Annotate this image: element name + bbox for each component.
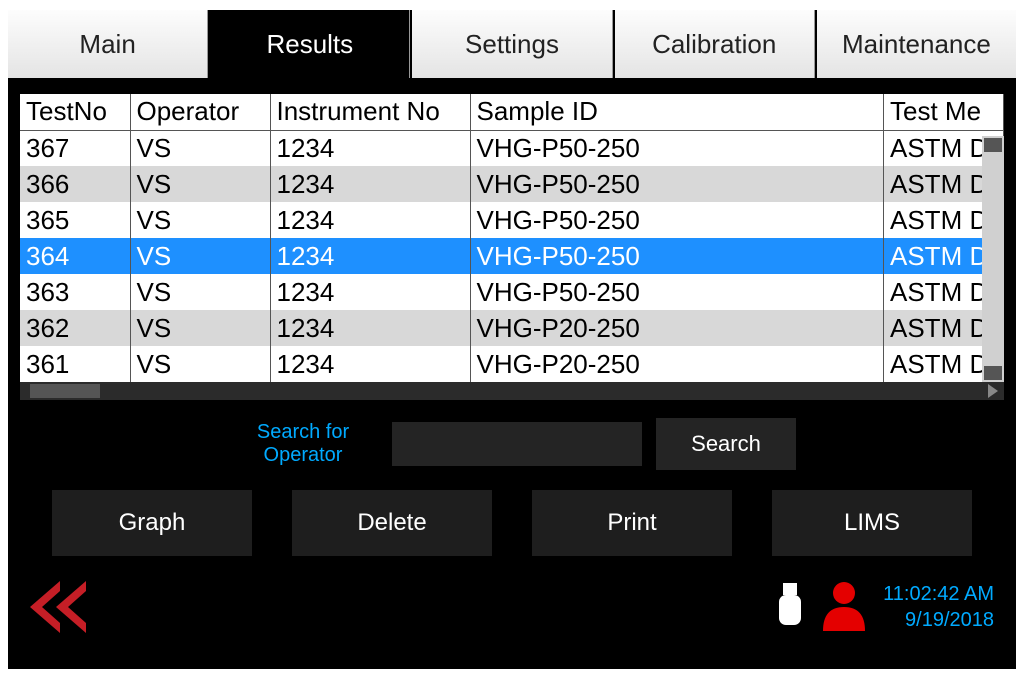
- cell-instrument: 1234: [270, 166, 470, 202]
- cell-sample: VHG-P50-250: [470, 274, 884, 310]
- cell-instrument: 1234: [270, 274, 470, 310]
- cell-operator: VS: [130, 238, 270, 274]
- cell-sample: VHG-P50-250: [470, 166, 884, 202]
- user-icon[interactable]: [819, 579, 869, 636]
- col-method[interactable]: Test Me: [884, 94, 1004, 130]
- cell-operator: VS: [130, 346, 270, 382]
- cell-testno: 365: [20, 202, 130, 238]
- search-button[interactable]: Search: [656, 418, 796, 470]
- horizontal-scrollbar[interactable]: [20, 382, 1004, 400]
- cell-testno: 366: [20, 166, 130, 202]
- col-testno[interactable]: TestNo: [20, 94, 130, 130]
- search-input[interactable]: [392, 422, 642, 466]
- results-table: TestNo Operator Instrument No Sample ID …: [20, 94, 1004, 382]
- tab-results[interactable]: Results: [210, 10, 410, 78]
- cell-instrument: 1234: [270, 202, 470, 238]
- cell-instrument: 1234: [270, 310, 470, 346]
- tab-main[interactable]: Main: [8, 10, 208, 78]
- tab-settings[interactable]: Settings: [412, 10, 612, 78]
- cell-operator: VS: [130, 130, 270, 166]
- usb-icon: [775, 581, 805, 634]
- footer-time: 11:02:42 AM: [883, 581, 994, 607]
- cell-sample: VHG-P20-250: [470, 310, 884, 346]
- table-header-row: TestNo Operator Instrument No Sample ID …: [20, 94, 1004, 130]
- tab-maintenance[interactable]: Maintenance: [817, 10, 1016, 78]
- cell-testno: 363: [20, 274, 130, 310]
- col-operator[interactable]: Operator: [130, 94, 270, 130]
- table-row[interactable]: 362VS1234VHG-P20-250ASTM D: [20, 310, 1004, 346]
- cell-operator: VS: [130, 202, 270, 238]
- cell-operator: VS: [130, 166, 270, 202]
- table-row[interactable]: 365VS1234VHG-P50-250ASTM D: [20, 202, 1004, 238]
- nav-tabs: Main Results Settings Calibration Mainte…: [8, 10, 1016, 78]
- table-row[interactable]: 361VS1234VHG-P20-250ASTM D: [20, 346, 1004, 382]
- table-row[interactable]: 366VS1234VHG-P50-250ASTM D: [20, 166, 1004, 202]
- cell-operator: VS: [130, 274, 270, 310]
- search-label: Search for Operator: [228, 421, 378, 467]
- lims-button[interactable]: LIMS: [772, 490, 972, 556]
- back-chevrons-icon[interactable]: [20, 581, 100, 633]
- print-button[interactable]: Print: [532, 490, 732, 556]
- footer-date: 9/19/2018: [883, 607, 994, 633]
- col-instrument[interactable]: Instrument No: [270, 94, 470, 130]
- delete-button[interactable]: Delete: [292, 490, 492, 556]
- cell-sample: VHG-P20-250: [470, 346, 884, 382]
- cell-instrument: 1234: [270, 130, 470, 166]
- table-row[interactable]: 364VS1234VHG-P50-250ASTM D: [20, 238, 1004, 274]
- graph-button[interactable]: Graph: [52, 490, 252, 556]
- cell-testno: 362: [20, 310, 130, 346]
- cell-sample: VHG-P50-250: [470, 202, 884, 238]
- cell-testno: 367: [20, 130, 130, 166]
- cell-sample: VHG-P50-250: [470, 238, 884, 274]
- cell-instrument: 1234: [270, 238, 470, 274]
- cell-sample: VHG-P50-250: [470, 130, 884, 166]
- cell-operator: VS: [130, 310, 270, 346]
- cell-instrument: 1234: [270, 346, 470, 382]
- table-row[interactable]: 367VS1234VHG-P50-250ASTM D: [20, 130, 1004, 166]
- vertical-scrollbar[interactable]: [982, 136, 1004, 382]
- table-row[interactable]: 363VS1234VHG-P50-250ASTM D: [20, 274, 1004, 310]
- col-sample[interactable]: Sample ID: [470, 94, 884, 130]
- tab-calibration[interactable]: Calibration: [615, 10, 815, 78]
- cell-testno: 361: [20, 346, 130, 382]
- cell-testno: 364: [20, 238, 130, 274]
